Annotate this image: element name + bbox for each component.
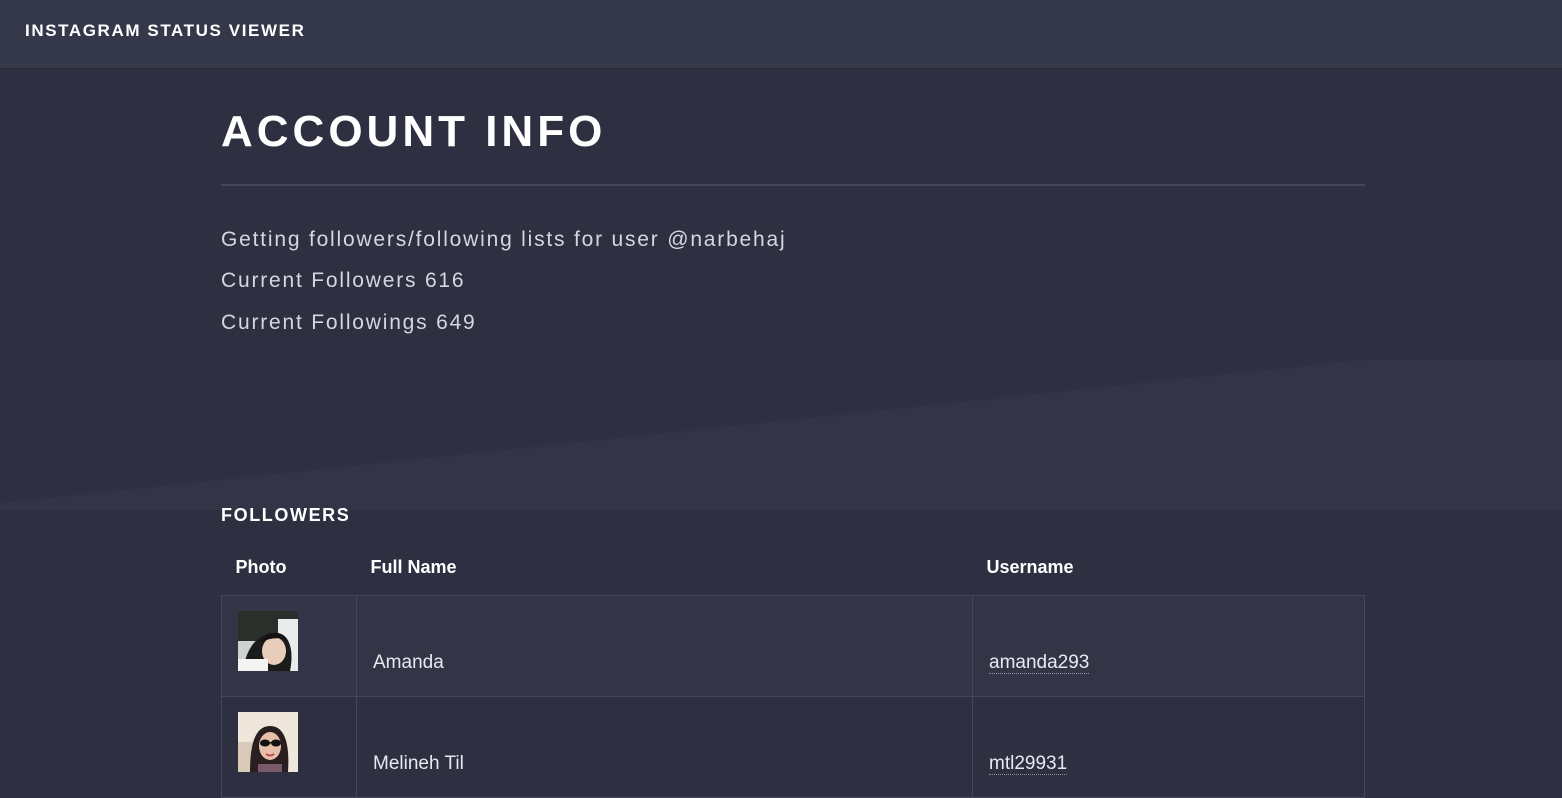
background-band xyxy=(0,360,1562,510)
photo-cell xyxy=(221,595,357,697)
full-name-cell: Melineh Til xyxy=(356,696,973,798)
profile-photo-icon[interactable] xyxy=(238,611,298,671)
brand-link[interactable]: INSTAGRAM STATUS VIEWER xyxy=(25,21,305,41)
table-header-row: Photo Full Name Username xyxy=(222,540,1365,596)
column-header-username: Username xyxy=(986,557,1074,577)
full-name: Amanda xyxy=(373,652,444,673)
full-name: Melineh Til xyxy=(373,753,464,774)
photo-cell xyxy=(221,696,357,798)
column-header-full-name: Full Name xyxy=(370,557,457,577)
username-link[interactable]: amanda293 xyxy=(989,652,1090,674)
followers-count-line: Current Followers 616 xyxy=(221,269,466,292)
username-cell: mtl29931 xyxy=(972,696,1365,798)
table-row: Amanda amanda293 xyxy=(221,595,1365,697)
username-link[interactable]: mtl29931 xyxy=(989,753,1068,775)
top-navbar: INSTAGRAM STATUS VIEWER xyxy=(0,0,1562,68)
profile-photo-icon[interactable] xyxy=(238,712,298,772)
title-divider xyxy=(221,184,1365,186)
table-row: Melineh Til mtl29931 xyxy=(221,696,1365,798)
full-name-cell: Amanda xyxy=(356,595,973,697)
status-line: Getting followers/following lists for us… xyxy=(221,228,787,251)
page-title: ACCOUNT INFO xyxy=(221,107,607,156)
followers-section-title: FOLLOWERS xyxy=(221,505,351,525)
followings-count-line: Current Followings 649 xyxy=(221,311,477,334)
column-header-photo: Photo xyxy=(235,557,287,577)
username-cell: amanda293 xyxy=(972,595,1365,697)
followers-table: Photo Full Name Username Amanda amanda29… xyxy=(221,540,1365,798)
